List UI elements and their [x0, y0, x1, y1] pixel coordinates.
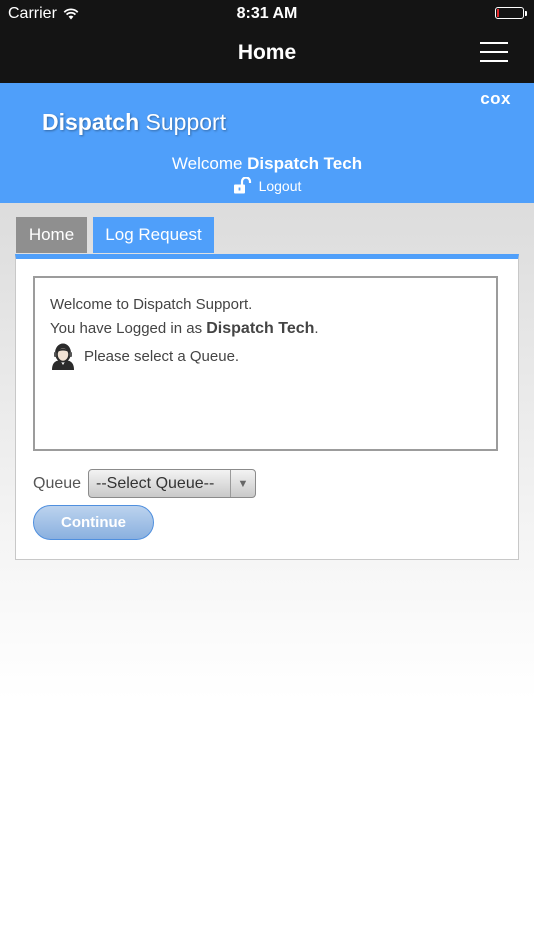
message-line-select-queue: Please select a Queue. — [50, 342, 239, 370]
tab-home[interactable]: Home — [16, 217, 87, 253]
unlock-icon — [233, 177, 251, 194]
brand-title-bold: Dispatch — [42, 109, 140, 135]
continue-button[interactable]: Continue — [33, 505, 154, 540]
brand-title-regular: Support — [139, 109, 227, 135]
logout-label[interactable]: Logout — [259, 178, 302, 194]
message-line-welcome: Welcome to Dispatch Support. — [50, 296, 253, 313]
logged-in-user: Dispatch Tech — [206, 320, 315, 337]
support-agent-icon — [52, 343, 74, 370]
queue-label: Queue — [33, 475, 82, 492]
tab-log-request[interactable]: Log Request — [93, 217, 214, 253]
chevron-down-icon[interactable]: ▼ — [230, 470, 255, 497]
nav-title: Home — [237, 41, 297, 64]
logged-in-prefix: You have Logged in as — [50, 320, 207, 337]
welcome-prefix: Welcome — [171, 154, 248, 173]
logged-in-suffix: . — [314, 320, 319, 337]
message-line-logged-in: You have Logged in as Dispatch Tech. — [50, 320, 319, 338]
select-queue-text: Please select a Queue. — [84, 347, 240, 365]
logout-link[interactable]: Logout — [0, 177, 534, 194]
queue-select-value[interactable]: --Select Queue-- — [89, 475, 230, 493]
queue-select[interactable]: --Select Queue-- ▼ — [88, 469, 256, 498]
battery-icon — [495, 7, 527, 19]
welcome-user-name: Dispatch Tech — [247, 154, 363, 173]
log-request-panel: Welcome to Dispatch Support. You have Lo… — [15, 254, 519, 560]
hamburger-menu-icon[interactable] — [480, 42, 508, 62]
welcome-message: Welcome Dispatch Tech — [0, 154, 534, 174]
cox-logo: cox — [480, 89, 511, 108]
brand-header: cox Dispatch Support Welcome Dispatch Te… — [0, 83, 534, 203]
battery-level — [497, 9, 499, 17]
brand-title: Dispatch Support — [42, 109, 226, 136]
status-time: 8:31 AM — [236, 5, 298, 22]
top-bar: Carrier 8:31 AM Home — [0, 0, 534, 83]
welcome-message-box: Welcome to Dispatch Support. You have Lo… — [33, 276, 498, 451]
